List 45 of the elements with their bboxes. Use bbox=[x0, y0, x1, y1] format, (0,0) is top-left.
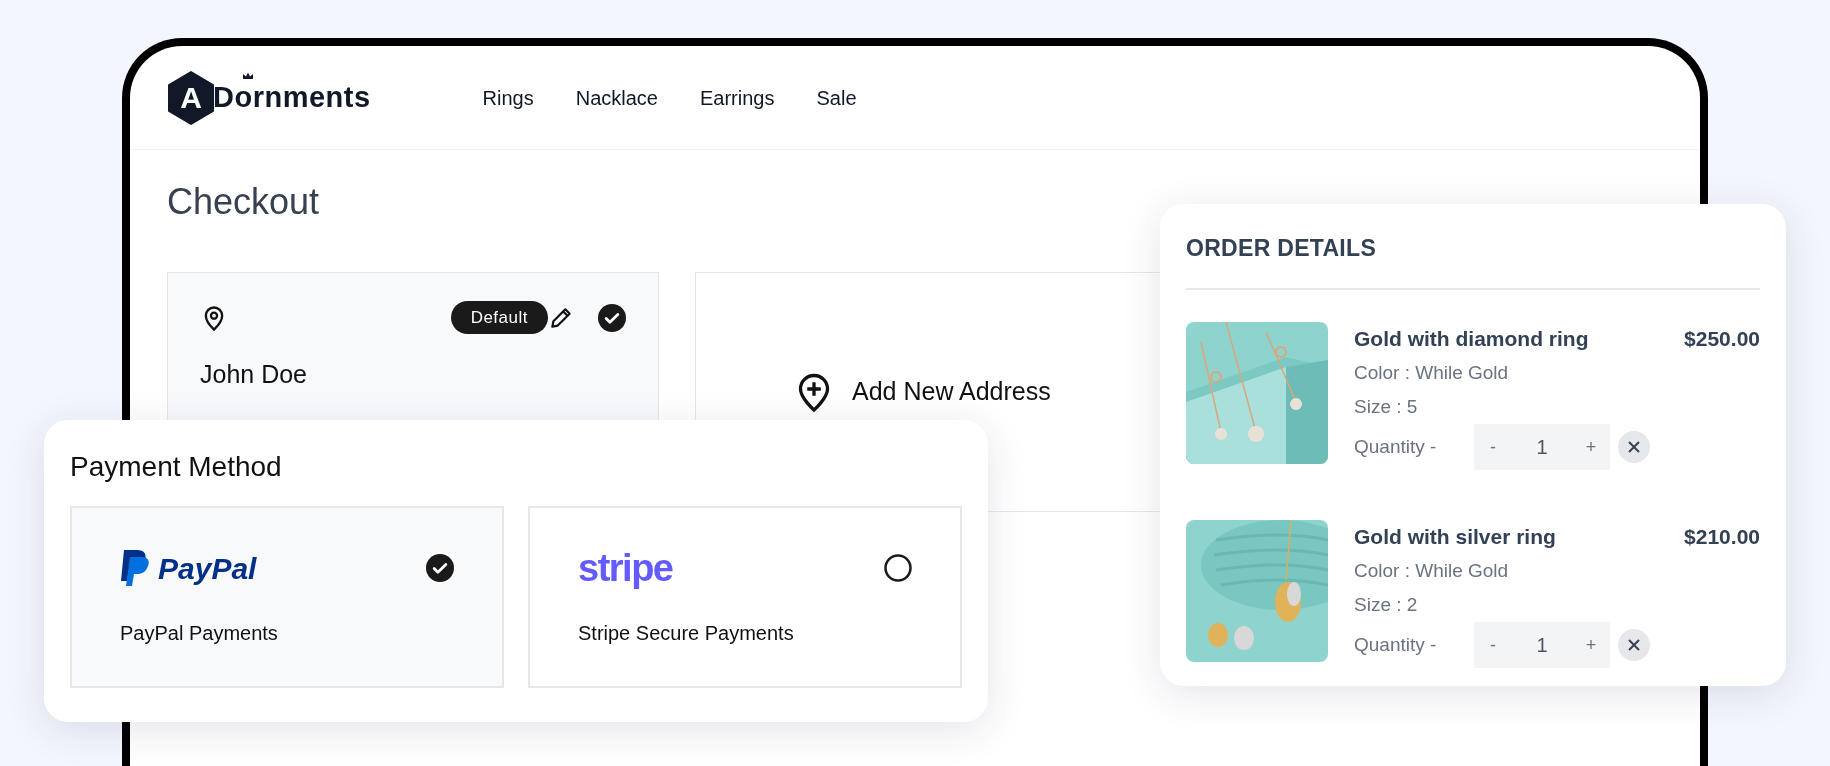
close-icon[interactable] bbox=[1628, 441, 1640, 453]
quantity-value: 1 bbox=[1535, 435, 1549, 460]
close-icon[interactable] bbox=[1628, 639, 1640, 651]
product-name: Gold with diamond ring bbox=[1354, 326, 1589, 352]
increment-button[interactable]: + bbox=[1572, 433, 1610, 461]
product-size: Size : 2 bbox=[1354, 593, 1419, 617]
logo-mark: A bbox=[167, 70, 215, 125]
payment-label: PayPal Payments bbox=[120, 621, 279, 646]
check-icon[interactable] bbox=[598, 303, 626, 332]
page-title: Checkout bbox=[167, 180, 321, 224]
nav-link[interactable]: Nacklace bbox=[575, 82, 658, 113]
nav-link[interactable]: Earrings bbox=[700, 82, 775, 113]
logo-text: Dornments bbox=[213, 75, 371, 120]
product-price: $210.00 bbox=[1684, 524, 1760, 550]
remove-button[interactable] bbox=[1618, 629, 1650, 661]
nav-link[interactable]: Sale bbox=[816, 82, 857, 113]
quantity-stepper[interactable]: - 1 + bbox=[1474, 622, 1610, 668]
default-badge: Default bbox=[450, 301, 548, 334]
add-location-icon bbox=[796, 371, 832, 413]
quantity-value: 1 bbox=[1535, 633, 1549, 658]
product-color: Color : While Gold bbox=[1354, 559, 1510, 583]
nav-link[interactable]: Rings bbox=[482, 82, 534, 113]
product-price: $250.00 bbox=[1684, 326, 1760, 352]
quantity-label: Quantity - bbox=[1354, 434, 1438, 459]
payment-label: Stripe Secure Payments bbox=[578, 621, 795, 646]
radio-icon[interactable] bbox=[884, 554, 912, 582]
paypal-logo: PayPal bbox=[158, 550, 257, 587]
stripe-logo: stripe bbox=[578, 549, 673, 587]
crown-icon bbox=[242, 71, 254, 80]
remove-button[interactable] bbox=[1618, 431, 1650, 463]
add-address-label: Add New Address bbox=[852, 376, 1051, 408]
quantity-stepper[interactable]: - 1 + bbox=[1474, 424, 1610, 470]
address-name: John Doe bbox=[200, 359, 309, 390]
decrement-button[interactable]: - bbox=[1474, 631, 1512, 659]
check-icon[interactable] bbox=[426, 554, 454, 582]
product-name: Gold with silver ring bbox=[1354, 524, 1556, 550]
decrement-button[interactable]: - bbox=[1474, 433, 1512, 461]
increment-button[interactable]: + bbox=[1572, 631, 1610, 659]
product-color: Color : While Gold bbox=[1354, 361, 1510, 385]
paypal-logo-icon bbox=[120, 548, 150, 588]
product-size: Size : 5 bbox=[1354, 395, 1419, 419]
order-title: ORDER DETAILS bbox=[1186, 234, 1378, 262]
payment-option[interactable]: stripe Stripe Secure Payments bbox=[528, 506, 962, 688]
payment-option[interactable]: PayPal PayPal Payments bbox=[70, 506, 504, 688]
quantity-label: Quantity - bbox=[1354, 632, 1438, 657]
